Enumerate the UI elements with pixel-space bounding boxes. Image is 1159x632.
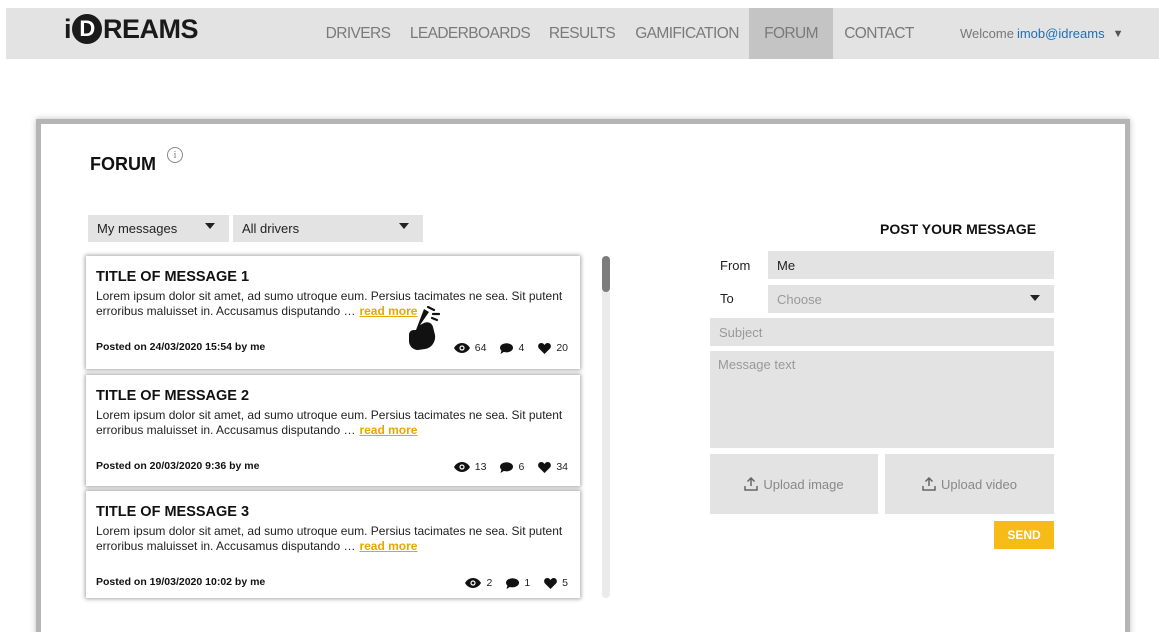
heart-icon: [544, 577, 558, 589]
info-icon[interactable]: i: [167, 147, 183, 163]
heart-icon: [538, 461, 552, 473]
views-stat: 64: [453, 342, 487, 354]
message-text: Lorem ipsum dolor sit amet, ad sumo utro…: [96, 524, 563, 553]
message-meta: Posted on 24/03/2020 15:54 by me: [96, 341, 266, 353]
subject-input[interactable]: Subject: [710, 318, 1054, 346]
eye-icon: [465, 578, 482, 588]
message-stats: 2 1 5: [451, 577, 568, 589]
message-scope-select[interactable]: My messages: [88, 215, 229, 242]
likes-count: 5: [562, 577, 568, 589]
upload-icon: [744, 477, 759, 491]
views-count: 2: [486, 577, 493, 589]
message-meta: Posted on 20/03/2020 9:36 by me: [96, 460, 260, 472]
message-list-scrollbar[interactable]: [602, 256, 610, 598]
likes-count: 20: [556, 342, 568, 354]
message-excerpt: Lorem ipsum dolor sit amet, ad sumo utro…: [96, 524, 566, 554]
comments-count: 4: [518, 342, 525, 354]
read-more-link[interactable]: read more: [359, 423, 417, 437]
chevron-down-icon[interactable]: ▼: [1113, 28, 1124, 40]
comment-icon: [500, 461, 514, 473]
likes-count: 34: [556, 461, 568, 473]
message-text: Lorem ipsum dolor sit amet, ad sumo utro…: [96, 408, 563, 437]
nav-gamification[interactable]: GAMIFICATION: [632, 8, 742, 59]
upload-image-label: Upload image: [763, 476, 844, 492]
message-scope-value: My messages: [97, 221, 178, 236]
from-field[interactable]: Me: [768, 251, 1054, 279]
nav-contact[interactable]: CONTACT: [836, 8, 922, 59]
page-title: FORUM: [90, 154, 156, 174]
message-excerpt: Lorem ipsum dolor sit amet, ad sumo utro…: [96, 408, 566, 438]
message-title: TITLE OF MESSAGE 3: [96, 504, 250, 520]
upload-video-label: Upload video: [941, 476, 1017, 492]
driver-filter-value: All drivers: [242, 221, 300, 236]
eye-icon: [453, 462, 470, 472]
message-textarea[interactable]: Message text: [710, 351, 1054, 448]
eye-icon: [453, 343, 470, 353]
comments-stat: 1: [506, 577, 530, 589]
message-stats: 64 4 20: [440, 342, 568, 354]
comment-icon: [506, 577, 520, 589]
upload-video-button[interactable]: Upload video: [885, 454, 1054, 514]
hand-pointer-icon: [409, 306, 440, 350]
views-stat: 2: [465, 577, 492, 589]
welcome-label: Welcome: [960, 26, 1014, 41]
chevron-down-icon: [399, 223, 409, 229]
views-stat: 13: [453, 461, 487, 473]
from-label: From: [720, 258, 751, 273]
views-count: 13: [474, 461, 487, 473]
upload-image-button[interactable]: Upload image: [710, 454, 878, 514]
user-name[interactable]: imob@idreams: [1017, 26, 1105, 41]
logo-prefix: i: [64, 13, 72, 44]
message-excerpt: Lorem ipsum dolor sit amet, ad sumo utro…: [96, 289, 566, 319]
message-title: TITLE OF MESSAGE 2: [96, 388, 250, 404]
recipient-select[interactable]: Choose: [768, 285, 1054, 313]
nav-leaderboards[interactable]: LEADERBOARDS: [407, 8, 533, 59]
comments-count: 1: [524, 577, 531, 589]
recipient-placeholder: Choose: [777, 291, 822, 307]
post-form-title: POST YOUR MESSAGE: [880, 221, 1037, 237]
comments-stat: 4: [500, 342, 524, 354]
message-text: Lorem ipsum dolor sit amet, ad sumo utro…: [96, 289, 563, 318]
likes-stat: 20: [538, 342, 568, 354]
logo[interactable]: i D REAMS: [64, 13, 199, 45]
to-label: To: [720, 291, 734, 306]
comment-icon: [500, 342, 514, 354]
user-menu[interactable]: Welcome imob@idreams ▼: [960, 8, 1123, 59]
upload-icon: [922, 477, 936, 491]
send-button[interactable]: SEND: [994, 521, 1054, 549]
message-card[interactable]: TITLE OF MESSAGE 3 Lorem ipsum dolor sit…: [86, 491, 580, 598]
scrollbar-thumb[interactable]: [602, 256, 610, 292]
message-title: TITLE OF MESSAGE 1: [96, 269, 250, 285]
message-stats: 13 6 34: [440, 461, 568, 473]
heart-icon: [538, 342, 552, 354]
likes-stat: 34: [538, 461, 568, 473]
logo-circle: D: [72, 14, 103, 44]
message-meta: Posted on 19/03/2020 10:02 by me: [96, 576, 266, 588]
read-more-link[interactable]: read more: [359, 539, 417, 553]
chevron-down-icon: [205, 223, 215, 229]
likes-stat: 5: [544, 577, 568, 589]
comments-count: 6: [518, 461, 525, 473]
message-card[interactable]: TITLE OF MESSAGE 1 Lorem ipsum dolor sit…: [86, 256, 580, 369]
chevron-down-icon: [1030, 295, 1040, 301]
message-card[interactable]: TITLE OF MESSAGE 2 Lorem ipsum dolor sit…: [86, 375, 580, 486]
nav-results[interactable]: RESULTS: [543, 8, 621, 59]
nav-drivers[interactable]: DRIVERS: [322, 8, 394, 59]
comments-stat: 6: [500, 461, 524, 473]
views-count: 64: [474, 342, 487, 354]
logo-suffix: REAMS: [103, 13, 199, 44]
nav-forum[interactable]: FORUM: [749, 8, 833, 59]
driver-filter-select[interactable]: All drivers: [233, 215, 423, 242]
